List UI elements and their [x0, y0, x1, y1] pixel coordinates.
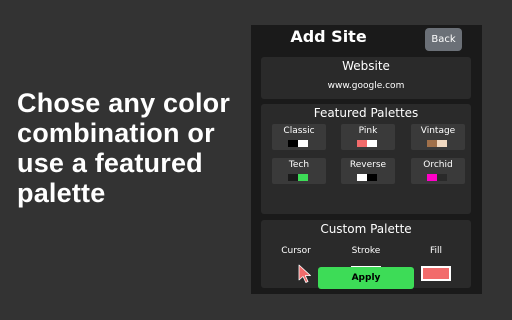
- palette-swatch: [288, 140, 298, 147]
- palette-name: Vintage: [420, 126, 456, 136]
- palette-swatch: [427, 174, 437, 181]
- palette-orchid-button[interactable]: Orchid: [411, 158, 465, 184]
- website-heading: Website: [342, 59, 390, 73]
- palette-vintage-button[interactable]: Vintage: [411, 124, 465, 150]
- promo-line-2: combination or: [17, 118, 215, 148]
- palette-swatch: [367, 140, 377, 147]
- promo-line-4: palette: [17, 178, 106, 208]
- palette-swatch: [357, 174, 367, 181]
- website-url: www.google.com: [327, 81, 405, 91]
- fill-color-picker[interactable]: [421, 266, 451, 281]
- add-site-popup: Add Site Back Website www.google.com Fea…: [251, 25, 482, 294]
- apply-button[interactable]: Apply: [318, 267, 414, 289]
- website-panel: Website www.google.com: [261, 57, 471, 99]
- palette-swatch: [288, 174, 298, 181]
- palette-swatch: [357, 140, 367, 147]
- promo-line-1: Chose any color: [17, 88, 231, 118]
- palette-name: Orchid: [423, 160, 453, 170]
- palette-swatch: [437, 140, 447, 147]
- palette-pink-button[interactable]: Pink: [341, 124, 395, 150]
- stroke-label: Stroke: [351, 246, 381, 256]
- featured-heading: Featured Palettes: [313, 106, 419, 120]
- featured-palettes-panel: Featured Palettes Classic Pink Vintage T…: [261, 104, 471, 214]
- cursor-arrow-icon[interactable]: [298, 264, 312, 284]
- palette-classic-button[interactable]: Classic: [272, 124, 326, 150]
- back-button[interactable]: Back: [425, 28, 462, 51]
- custom-heading: Custom Palette: [320, 222, 412, 236]
- palette-name: Classic: [283, 126, 315, 136]
- palette-swatch: [427, 140, 437, 147]
- palette-name: Reverse: [349, 160, 387, 170]
- promo-text: Chose any color combination or use a fea…: [17, 88, 252, 208]
- palette-swatch: [298, 140, 308, 147]
- promo-line-3: use a featured: [17, 148, 203, 178]
- palette-swatch: [367, 174, 377, 181]
- palette-swatch: [298, 174, 308, 181]
- palette-swatch: [437, 174, 447, 181]
- popup-title: Add Site: [290, 27, 367, 46]
- cursor-label: Cursor: [281, 246, 311, 256]
- palette-tech-button[interactable]: Tech: [272, 158, 326, 184]
- cursor-arrow-shape: [298, 264, 311, 283]
- palette-reverse-button[interactable]: Reverse: [341, 158, 395, 184]
- fill-label: Fill: [429, 246, 443, 256]
- palette-name: Tech: [288, 160, 310, 170]
- palette-name: Pink: [358, 126, 378, 136]
